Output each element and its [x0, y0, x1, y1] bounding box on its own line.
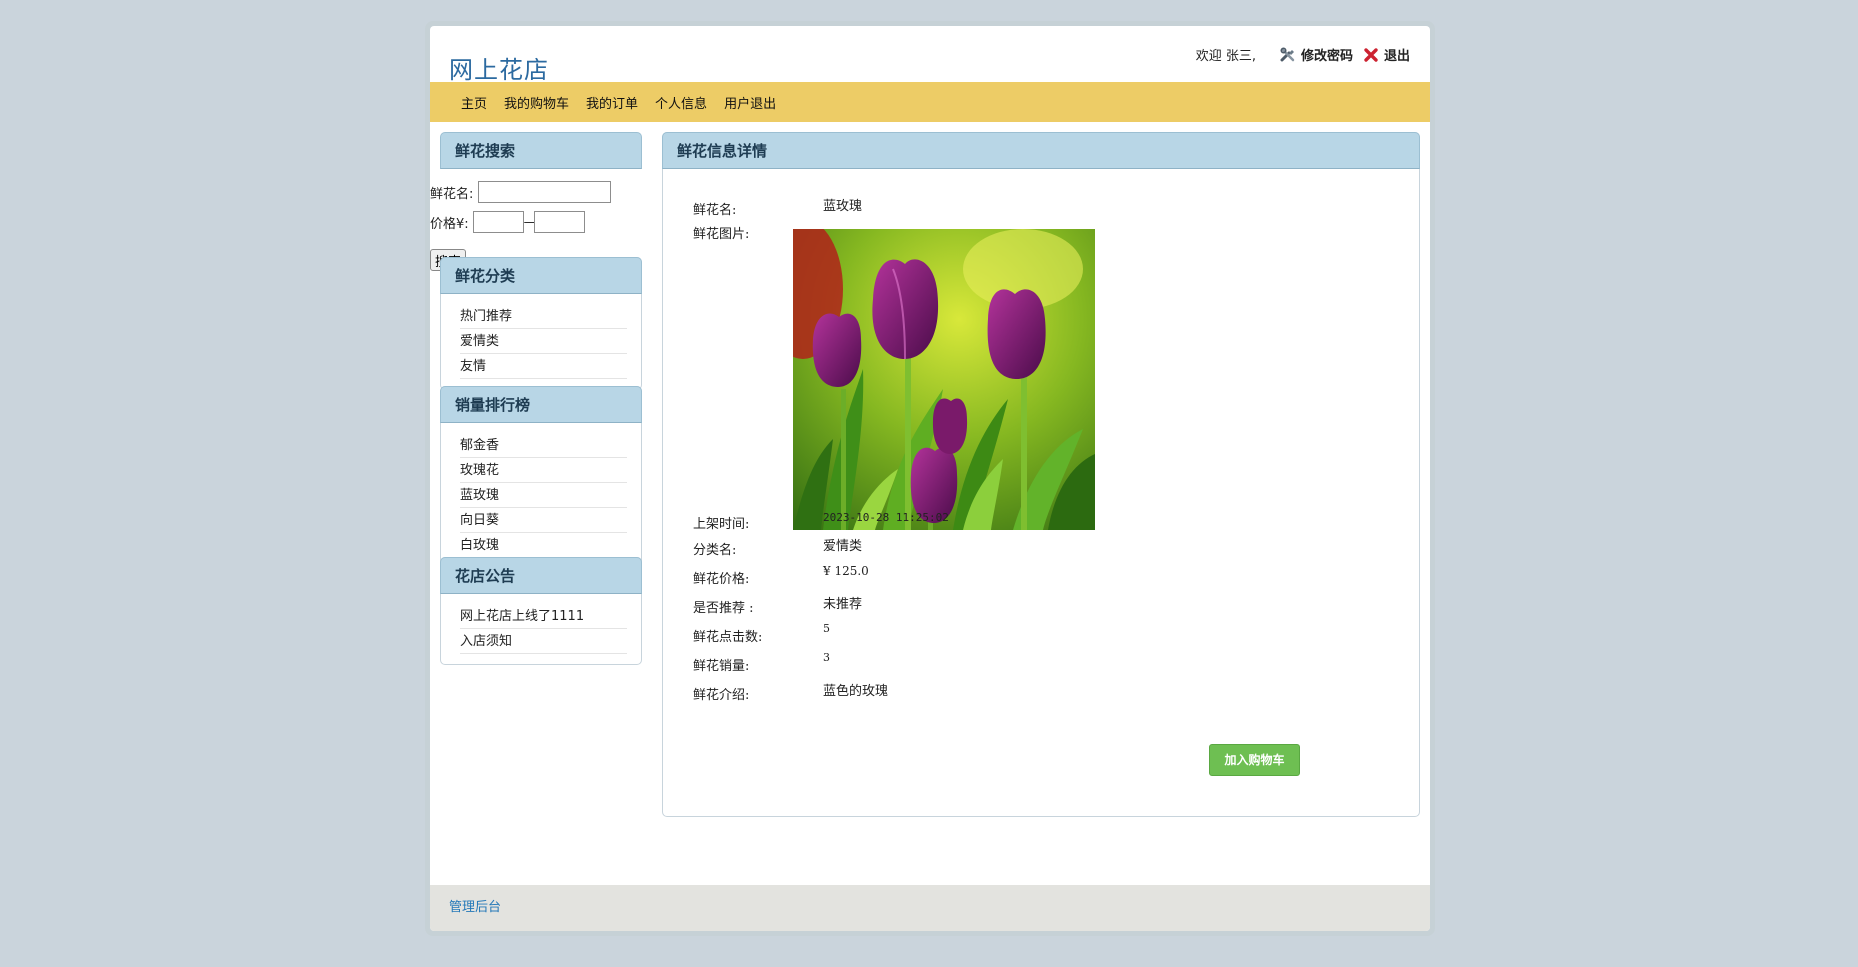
- flower-name-input[interactable]: [478, 181, 612, 203]
- category-panel: 鲜花分类 热门推荐 爱情类 友情: [440, 257, 642, 390]
- search-price-row: 价格¥: —: [430, 211, 585, 233]
- detail-panel-title: 鲜花信息详情: [662, 132, 1420, 169]
- notice-item[interactable]: 入店须知: [460, 629, 627, 654]
- category-item[interactable]: 爱情类: [460, 329, 627, 354]
- detail-intro-value: 蓝色的玫瑰: [823, 684, 889, 699]
- ranking-item[interactable]: 白玫瑰: [460, 533, 627, 558]
- search-name-row: 鲜花名:: [430, 181, 612, 203]
- nav-home[interactable]: 主页: [461, 93, 487, 112]
- admin-link[interactable]: 管理后台: [449, 900, 501, 915]
- detail-time-value: 2023-10-28 11:25:02: [823, 511, 949, 524]
- tulip-2: [987, 289, 1046, 379]
- flower-detail-panel: 鲜花信息详情 鲜花名: 蓝玫瑰 鲜花图片: 上架时间: 2023-10-28 1…: [662, 132, 1420, 817]
- page-frame: 网上花店 欢迎 张三, 修改密码 退出 主页 我的购物车 我的订单 个人信息 用…: [425, 21, 1435, 936]
- detail-category-label: 分类名:: [693, 543, 737, 558]
- tulip-picture: [793, 229, 1095, 530]
- tools-icon: [1280, 46, 1295, 61]
- change-password-link[interactable]: 修改密码: [1280, 45, 1353, 64]
- nav-orders[interactable]: 我的订单: [586, 93, 638, 112]
- nav-logout[interactable]: 用户退出: [724, 93, 776, 112]
- search-price-label: 价格¥:: [430, 216, 469, 232]
- detail-sales-label: 鲜花销量:: [693, 659, 750, 674]
- detail-name-label: 鲜花名:: [693, 203, 737, 218]
- detail-price-value: ¥ 125.0: [823, 564, 869, 578]
- detail-name-value: 蓝玫瑰: [823, 199, 863, 214]
- footer: 管理后台: [430, 885, 1430, 931]
- nav-profile[interactable]: 个人信息: [655, 93, 707, 112]
- detail-category-value: 爱情类: [823, 539, 863, 554]
- category-panel-title: 鲜花分类: [440, 257, 642, 294]
- logout-link[interactable]: 退出: [1363, 45, 1410, 64]
- main-nav: 主页 我的购物车 我的订单 个人信息 用户退出: [430, 82, 1430, 122]
- detail-clicks-value: 5: [823, 622, 830, 635]
- site-logo: 网上花店: [449, 56, 549, 84]
- detail-image-label: 鲜花图片:: [693, 227, 750, 242]
- category-item[interactable]: 热门推荐: [460, 304, 627, 329]
- ranking-panel-title: 销量排行榜: [440, 386, 642, 423]
- nav-cart[interactable]: 我的购物车: [504, 93, 569, 112]
- ranking-item[interactable]: 郁金香: [460, 433, 627, 458]
- detail-time-label: 上架时间:: [693, 517, 750, 532]
- price-dash: —: [523, 214, 537, 230]
- ranking-item[interactable]: 蓝玫瑰: [460, 483, 627, 508]
- detail-recommend-value: 未推荐: [823, 597, 863, 612]
- category-item[interactable]: 友情: [460, 354, 627, 379]
- ranking-item[interactable]: 向日葵: [460, 508, 627, 533]
- search-name-label: 鲜花名:: [430, 186, 474, 202]
- detail-price-label: 鲜花价格:: [693, 572, 750, 587]
- logout-label: 退出: [1383, 49, 1410, 64]
- price-max-input[interactable]: [533, 211, 585, 233]
- ranking-list: 郁金香 玫瑰花 蓝玫瑰 向日葵 白玫瑰: [441, 423, 641, 568]
- welcome-text: 欢迎 张三,: [1195, 49, 1256, 64]
- detail-recommend-label: 是否推荐 :: [693, 601, 754, 616]
- page-inner: 网上花店 欢迎 张三, 修改密码 退出 主页 我的购物车 我的订单 个人信息 用…: [430, 26, 1430, 931]
- detail-clicks-label: 鲜花点击数:: [693, 630, 763, 645]
- search-panel-title: 鲜花搜索: [440, 132, 642, 169]
- notice-list: 网上花店上线了1111 入店须知: [441, 594, 641, 664]
- ranking-item[interactable]: 玫瑰花: [460, 458, 627, 483]
- notice-item[interactable]: 网上花店上线了1111: [460, 604, 627, 629]
- header: 网上花店 欢迎 张三, 修改密码 退出: [430, 26, 1430, 84]
- notice-panel-title: 花店公告: [440, 557, 642, 594]
- detail-intro-label: 鲜花介绍:: [693, 688, 750, 703]
- price-min-input[interactable]: [472, 211, 524, 233]
- add-to-cart-button[interactable]: 加入购物车: [1209, 744, 1300, 776]
- tulip-3: [812, 313, 862, 387]
- flower-image: [793, 229, 1095, 530]
- close-icon: [1364, 47, 1378, 62]
- ranking-panel: 销量排行榜 郁金香 玫瑰花 蓝玫瑰 向日葵 白玫瑰: [440, 386, 642, 569]
- tulip-1: [872, 259, 939, 360]
- change-password-label: 修改密码: [1300, 49, 1353, 64]
- tulip-5: [932, 398, 968, 454]
- notice-panel: 花店公告 网上花店上线了1111 入店须知: [440, 557, 642, 665]
- user-bar: 欢迎 张三, 修改密码 退出: [1196, 45, 1410, 64]
- category-list: 热门推荐 爱情类 友情: [441, 294, 641, 389]
- detail-sales-value: 3: [823, 651, 830, 664]
